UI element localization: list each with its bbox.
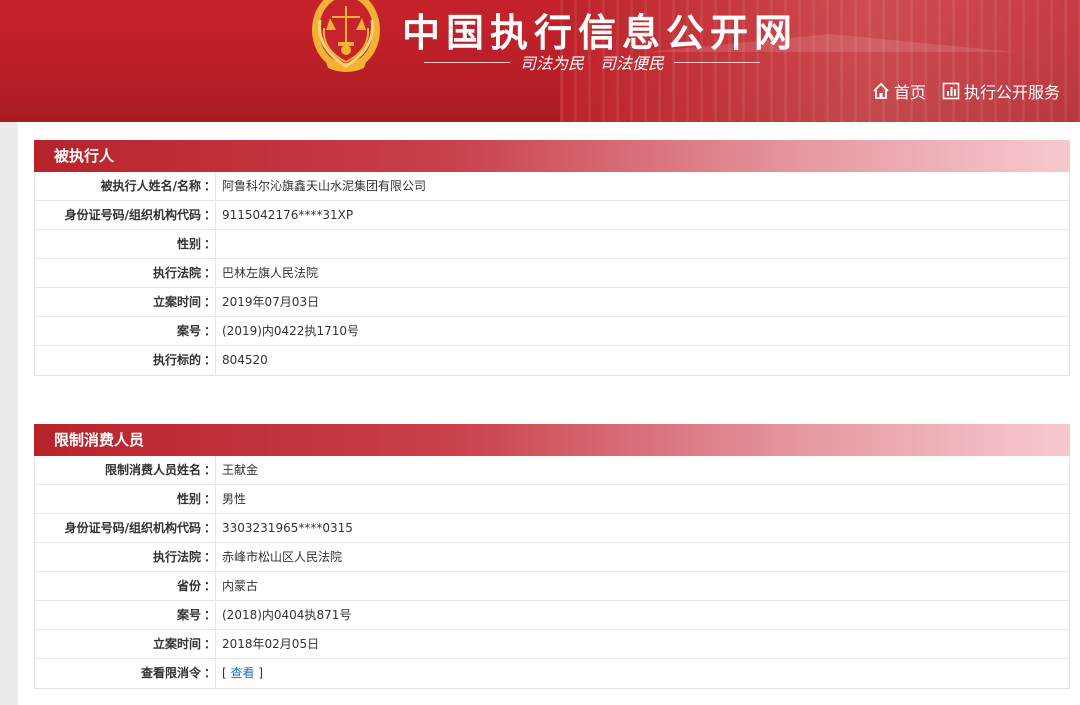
site-title: 中国执行信息公开网 <box>402 11 799 55</box>
row-value: 内蒙古 <box>222 579 259 593</box>
table-row: 性别： <box>35 230 1069 259</box>
row-label: 案号 <box>176 324 201 338</box>
row-label: 被执行人姓名/名称 <box>100 179 201 193</box>
executed-person-section: 被执行人 被执行人姓名/名称： 阿鲁科尔沁旗鑫天山水泥集团有限公司 身份证号码/… <box>34 140 1070 376</box>
row-label: 执行法院 <box>152 550 201 564</box>
row-label: 查看限消令 <box>140 666 201 680</box>
header-banner: 中国执行信息公开网 司法为民 司法便民 首页 执行公开服务 <box>0 0 1080 122</box>
row-value: [ 查看 ] <box>216 659 263 688</box>
row-label: 立案时间 <box>152 295 201 309</box>
table-row: 性别： 男性 <box>35 485 1069 514</box>
table-row: 执行法院： 巴林左旗人民法院 <box>35 259 1069 288</box>
nav-execution-service[interactable]: 执行公开服务 <box>942 79 1060 103</box>
restricted-person-section: 限制消费人员 限制消费人员姓名： 王献金 性别： 男性 身份证号码/组织机构代码… <box>34 424 1070 689</box>
table-row: 立案时间： 2019年07月03日 <box>35 288 1069 317</box>
row-value: 9115042176****31XP <box>222 208 354 222</box>
executed-person-table: 被执行人姓名/名称： 阿鲁科尔沁旗鑫天山水泥集团有限公司 身份证号码/组织机构代… <box>34 172 1070 376</box>
table-row: 执行法院： 赤峰市松山区人民法院 <box>35 543 1069 572</box>
slogan-text: 司法为民 司法便民 <box>520 54 665 73</box>
row-value: 赤峰市松山区人民法院 <box>222 550 343 564</box>
nav-home[interactable]: 首页 <box>872 79 926 103</box>
row-label: 立案时间 <box>152 637 201 651</box>
row-value: 阿鲁科尔沁旗鑫天山水泥集团有限公司 <box>222 179 427 193</box>
row-label: 身份证号码/组织机构代码 <box>64 208 201 222</box>
slogan: 司法为民 司法便民 <box>424 52 761 73</box>
chart-icon <box>942 82 960 100</box>
top-nav: 首页 执行公开服务 <box>872 80 1060 102</box>
section-title: 被执行人 <box>34 140 1070 172</box>
table-row: 查看限消令： [ 查看 ] <box>35 659 1069 688</box>
row-value: (2019)内0422执1710号 <box>222 324 359 338</box>
section-title: 限制消费人员 <box>34 424 1070 456</box>
row-value: 2019年07月03日 <box>222 295 320 309</box>
slogan-divider-right <box>674 61 761 63</box>
row-value: 王献金 <box>222 463 259 477</box>
table-row: 案号： (2019)内0422执1710号 <box>35 317 1069 346</box>
table-row: 被执行人姓名/名称： 阿鲁科尔沁旗鑫天山水泥集团有限公司 <box>35 172 1069 201</box>
row-label: 案号 <box>176 608 201 622</box>
row-value: 3303231965****0315 <box>222 521 353 535</box>
row-value: 巴林左旗人民法院 <box>222 266 319 280</box>
row-label: 执行标的 <box>152 353 201 367</box>
row-label: 省份 <box>176 579 201 593</box>
table-row: 身份证号码/组织机构代码： 9115042176****31XP <box>35 201 1069 230</box>
content-panel: 被执行人 被执行人姓名/名称： 阿鲁科尔沁旗鑫天山水泥集团有限公司 身份证号码/… <box>18 122 1080 705</box>
row-label: 身份证号码/组织机构代码 <box>64 521 201 535</box>
court-emblem-logo <box>312 0 380 72</box>
view-order-link[interactable]: 查看 <box>231 666 255 680</box>
table-row: 省份： 内蒙古 <box>35 572 1069 601</box>
bracket-open: [ <box>222 666 227 680</box>
table-row: 案号： (2018)内0404执871号 <box>35 601 1069 630</box>
restricted-person-table: 限制消费人员姓名： 王献金 性别： 男性 身份证号码/组织机构代码： 33032… <box>34 456 1070 689</box>
home-icon <box>873 82 889 99</box>
row-label: 性别 <box>176 492 201 506</box>
nav-home-label: 首页 <box>893 83 926 102</box>
row-value: (2018)内0404执871号 <box>222 608 352 622</box>
slogan-divider-left <box>424 61 510 63</box>
row-value <box>216 230 222 258</box>
row-value: 男性 <box>222 492 247 506</box>
row-label: 限制消费人员姓名 <box>104 463 201 477</box>
bracket-close: ] <box>258 666 264 680</box>
table-row: 身份证号码/组织机构代码： 3303231965****0315 <box>35 514 1069 543</box>
row-value: 804520 <box>222 353 268 367</box>
table-row: 执行标的： 804520 <box>35 346 1069 375</box>
row-label: 执行法院 <box>152 266 201 280</box>
nav-execution-service-label: 执行公开服务 <box>963 83 1060 102</box>
row-label: 性别 <box>176 237 201 251</box>
table-row: 立案时间： 2018年02月05日 <box>35 630 1069 659</box>
row-value: 2018年02月05日 <box>222 637 320 651</box>
table-row: 限制消费人员姓名： 王献金 <box>35 456 1069 485</box>
